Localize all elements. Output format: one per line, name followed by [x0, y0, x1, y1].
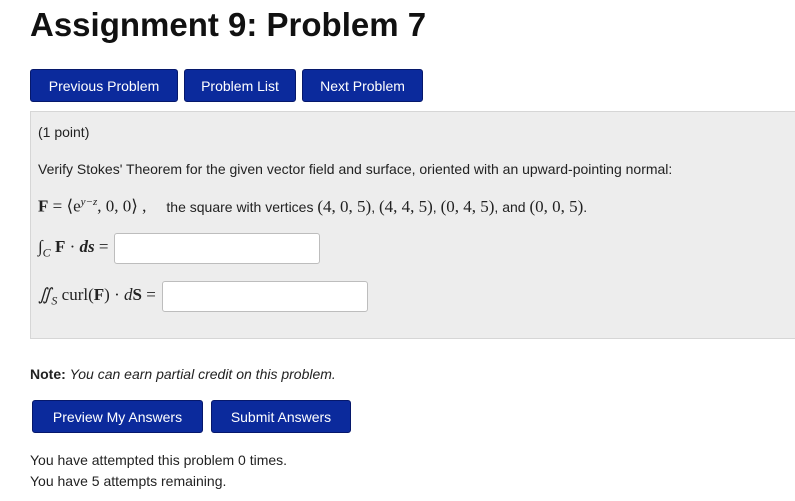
previous-problem-button[interactable]: Previous Problem	[30, 69, 178, 102]
line-integral-row: ∫C F · ds =	[38, 233, 321, 264]
integral-subscript: C	[42, 245, 51, 260]
equals-sign: =	[94, 236, 109, 256]
surface-integral-row: ∬S curl(F) · dS =	[38, 281, 368, 312]
surface-integral-answer-input[interactable]	[161, 281, 368, 312]
period: .	[583, 198, 588, 215]
field-symbol: F	[54, 236, 66, 256]
preview-answers-button[interactable]: Preview My Answers	[32, 400, 203, 433]
note: Note: You can earn partial credit on thi…	[30, 366, 336, 382]
surface-description: the square with vertices	[166, 198, 314, 215]
surface-integral-label: ∬S curl(F) · dS =	[38, 285, 156, 308]
separator: ,	[432, 198, 437, 215]
next-problem-button[interactable]: Next Problem	[302, 69, 423, 102]
note-label: Note:	[30, 366, 66, 382]
vertex-3: (0, 4, 5)	[440, 196, 495, 216]
separator: ,	[371, 198, 376, 215]
dot-operator: ·	[65, 236, 80, 256]
submit-answers-button[interactable]: Submit Answers	[211, 400, 351, 433]
S-symbol: S	[132, 284, 142, 304]
field-symbol: F	[38, 196, 49, 216]
problem-instruction: Verify Stokes' Theorem for the given vec…	[38, 161, 673, 177]
separator: ,	[494, 198, 499, 215]
attempts-remaining-text: You have 5 attempts remaining.	[30, 473, 227, 489]
ds-symbol: ds	[79, 236, 95, 256]
double-integral-symbol: ∬	[38, 284, 52, 304]
vertex-1: (4, 0, 5)	[317, 196, 372, 216]
field-symbol: F	[93, 284, 105, 304]
field-rest: , 0, 0⟩ ,	[97, 196, 147, 216]
note-text: You can earn partial credit on this prob…	[69, 366, 336, 382]
field-exponent: y−z	[80, 196, 98, 208]
problem-list-button[interactable]: Problem List	[184, 69, 296, 102]
field-eq: = ⟨e	[48, 196, 81, 216]
dot-operator: ·	[109, 284, 124, 304]
equals-sign: =	[141, 284, 156, 304]
point-value: (1 point)	[38, 124, 90, 140]
and-word: and	[502, 198, 526, 215]
page-title: Assignment 9: Problem 7	[30, 6, 427, 43]
integral-subscript: S	[51, 293, 58, 308]
line-integral-label: ∫C F · ds =	[38, 237, 108, 260]
vertex-4: (0, 0, 5)	[529, 196, 584, 216]
vector-field: F = ⟨ey−z, 0, 0⟩ ,	[38, 196, 146, 217]
problem-statement: F = ⟨ey−z, 0, 0⟩ , the square with verti…	[38, 196, 587, 217]
attempts-made-text: You have attempted this problem 0 times.	[30, 452, 288, 468]
line-integral-answer-input[interactable]	[114, 233, 321, 264]
d-symbol: d	[124, 284, 133, 304]
vertex-2: (4, 4, 5)	[378, 196, 433, 216]
curl-open: curl(	[61, 284, 94, 304]
